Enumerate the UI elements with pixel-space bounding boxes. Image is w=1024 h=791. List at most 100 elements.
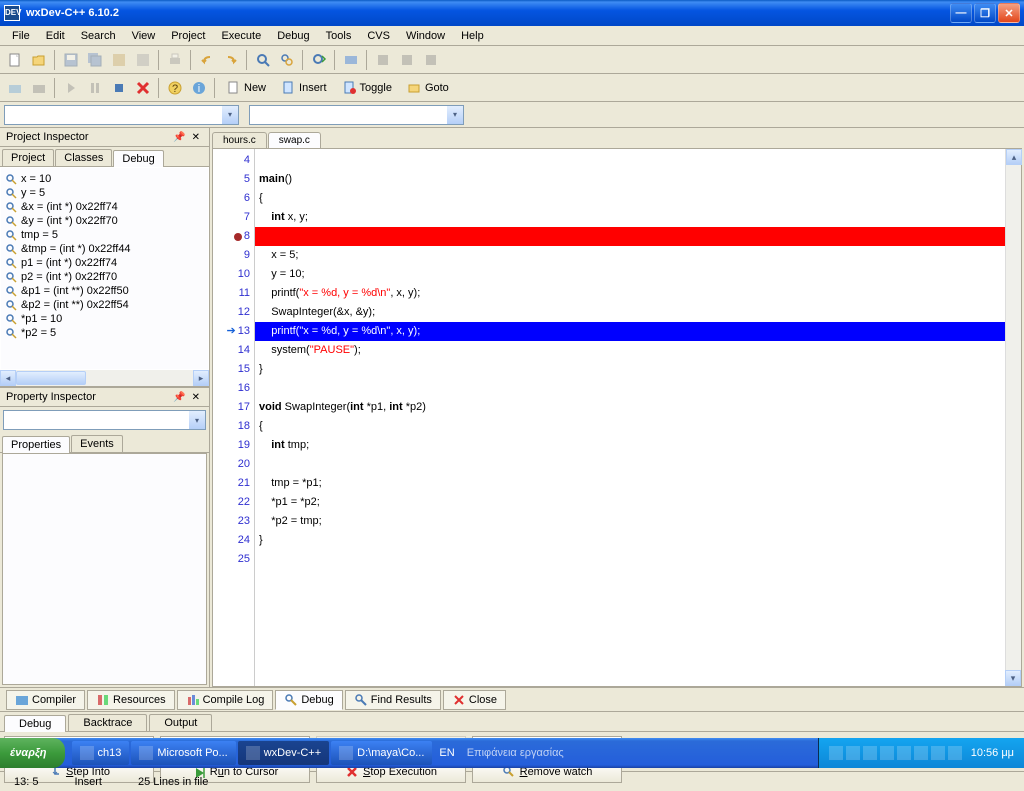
tray-icon[interactable]	[846, 746, 860, 760]
pause-icon[interactable]	[84, 77, 106, 99]
menu-debug[interactable]: Debug	[269, 28, 317, 44]
watch-item[interactable]: &y = (int *) 0x22ff70	[3, 214, 206, 228]
class-combo[interactable]: ▾	[4, 105, 239, 125]
tray-icon[interactable]	[948, 746, 962, 760]
debug-tab-debug[interactable]: Debug	[4, 715, 66, 732]
save-icon[interactable]	[60, 49, 82, 71]
pin-icon[interactable]: 📌	[170, 392, 188, 403]
new-file-icon[interactable]	[4, 49, 26, 71]
menu-project[interactable]: Project	[163, 28, 213, 44]
taskbar-item[interactable]: Microsoft Po...	[131, 741, 235, 765]
editor-tab[interactable]: hours.c	[212, 132, 267, 148]
code-editor[interactable]: main(){ int x, y; x = 5; y = 10; printf(…	[255, 149, 1005, 686]
menu-file[interactable]: File	[4, 28, 38, 44]
goto-button[interactable]: Goto	[401, 77, 456, 99]
tool-icon[interactable]	[4, 77, 26, 99]
find-icon[interactable]	[252, 49, 274, 71]
bottom-tab-compile-log[interactable]: Compile Log	[177, 690, 274, 710]
menu-edit[interactable]: Edit	[38, 28, 73, 44]
tray-icon[interactable]	[880, 746, 894, 760]
inspector-hscroll[interactable]: ◂▸	[0, 370, 209, 386]
watch-item[interactable]: &x = (int *) 0x22ff74	[3, 200, 206, 214]
debug-tab-backtrace[interactable]: Backtrace	[68, 714, 147, 731]
tool-icon[interactable]	[28, 77, 50, 99]
editor-vscroll[interactable]: ▴ ▾	[1005, 149, 1021, 686]
debug-toolbar: ? i New Insert Toggle Goto	[0, 74, 1024, 102]
save-as-icon[interactable]	[108, 49, 130, 71]
tray-icon[interactable]	[931, 746, 945, 760]
gutter[interactable]: 456789101112➔13141516171819202122232425	[213, 149, 255, 686]
find-next-icon[interactable]	[308, 49, 330, 71]
start-button[interactable]: έναρξη	[0, 738, 65, 768]
tray-icon[interactable]	[914, 746, 928, 760]
open-icon[interactable]	[28, 49, 50, 71]
system-tray[interactable]: 10:56 μμ	[818, 738, 1024, 768]
close-button[interactable]: ✕	[998, 3, 1020, 23]
watch-item[interactable]: p2 = (int *) 0x22ff70	[3, 270, 206, 284]
run-icon[interactable]	[372, 49, 394, 71]
property-tab-events[interactable]: Events	[71, 435, 123, 452]
watch-item[interactable]: x = 10	[3, 172, 206, 186]
watch-item[interactable]: *p1 = 10	[3, 312, 206, 326]
print-icon[interactable]	[164, 49, 186, 71]
bottom-tab-close[interactable]: Close	[443, 690, 506, 710]
help-icon[interactable]: ?	[164, 77, 186, 99]
watch-item[interactable]: p1 = (int *) 0x22ff74	[3, 256, 206, 270]
close-file-icon[interactable]	[132, 49, 154, 71]
maximize-button[interactable]: ❐	[974, 3, 996, 23]
watch-item[interactable]: &p1 = (int **) 0x22ff50	[3, 284, 206, 298]
menu-view[interactable]: View	[124, 28, 164, 44]
debug-tab-output[interactable]: Output	[149, 714, 212, 731]
menu-cvs[interactable]: CVS	[359, 28, 398, 44]
menu-help[interactable]: Help	[453, 28, 492, 44]
play-icon[interactable]	[60, 77, 82, 99]
property-tab-properties[interactable]: Properties	[2, 436, 70, 453]
bottom-tab-resources[interactable]: Resources	[87, 690, 175, 710]
method-combo[interactable]: ▾	[249, 105, 464, 125]
tray-icon[interactable]	[829, 746, 843, 760]
menu-execute[interactable]: Execute	[213, 28, 269, 44]
watch-item[interactable]: &p2 = (int **) 0x22ff54	[3, 298, 206, 312]
minimize-button[interactable]: ―	[950, 3, 972, 23]
close-panel-icon[interactable]: ✕	[189, 392, 203, 403]
language-indicator[interactable]: EN	[433, 747, 460, 759]
editor-tab[interactable]: swap.c	[268, 132, 321, 148]
inspector-body[interactable]: x = 10y = 5&x = (int *) 0x22ff74&y = (in…	[0, 167, 209, 370]
watch-item[interactable]: &tmp = (int *) 0x22ff44	[3, 242, 206, 256]
taskbar-item[interactable]: wxDev-C++	[238, 741, 329, 765]
close-panel-icon[interactable]: ✕	[189, 132, 203, 143]
inspector-tab-classes[interactable]: Classes	[55, 149, 112, 166]
menu-search[interactable]: Search	[73, 28, 124, 44]
new-button[interactable]: New	[220, 77, 273, 99]
project-inspector: Project Inspector 📌 ✕ ProjectClassesDebu…	[0, 128, 209, 388]
compile-run-icon[interactable]	[396, 49, 418, 71]
tray-icon[interactable]	[863, 746, 877, 760]
bottom-tab-compiler[interactable]: Compiler	[6, 690, 85, 710]
rebuild-icon[interactable]	[420, 49, 442, 71]
bottom-tab-find-results[interactable]: Find Results	[345, 690, 441, 710]
property-combo[interactable]: ▾	[3, 410, 206, 430]
watch-item[interactable]: *p2 = 5	[3, 326, 206, 340]
stop-icon[interactable]	[108, 77, 130, 99]
save-all-icon[interactable]	[84, 49, 106, 71]
pin-icon[interactable]: 📌	[170, 132, 188, 143]
inspector-tab-debug[interactable]: Debug	[113, 150, 163, 167]
replace-icon[interactable]	[276, 49, 298, 71]
redo-icon[interactable]	[220, 49, 242, 71]
menu-tools[interactable]: Tools	[318, 28, 360, 44]
inspector-tab-project[interactable]: Project	[2, 149, 54, 166]
insert-button[interactable]: Insert	[275, 77, 334, 99]
toggle-button[interactable]: Toggle	[336, 77, 399, 99]
taskbar-item[interactable]: ch13	[72, 741, 130, 765]
menu-window[interactable]: Window	[398, 28, 453, 44]
compile-icon[interactable]	[340, 49, 362, 71]
abort-icon[interactable]	[132, 77, 154, 99]
watch-item[interactable]: tmp = 5	[3, 228, 206, 242]
insert-mode: Insert	[66, 776, 110, 788]
tray-icon[interactable]	[897, 746, 911, 760]
bottom-tab-debug[interactable]: Debug	[275, 690, 342, 710]
about-icon[interactable]: i	[188, 77, 210, 99]
taskbar-item[interactable]: D:\maya\Co...	[331, 741, 432, 765]
watch-item[interactable]: y = 5	[3, 186, 206, 200]
undo-icon[interactable]	[196, 49, 218, 71]
